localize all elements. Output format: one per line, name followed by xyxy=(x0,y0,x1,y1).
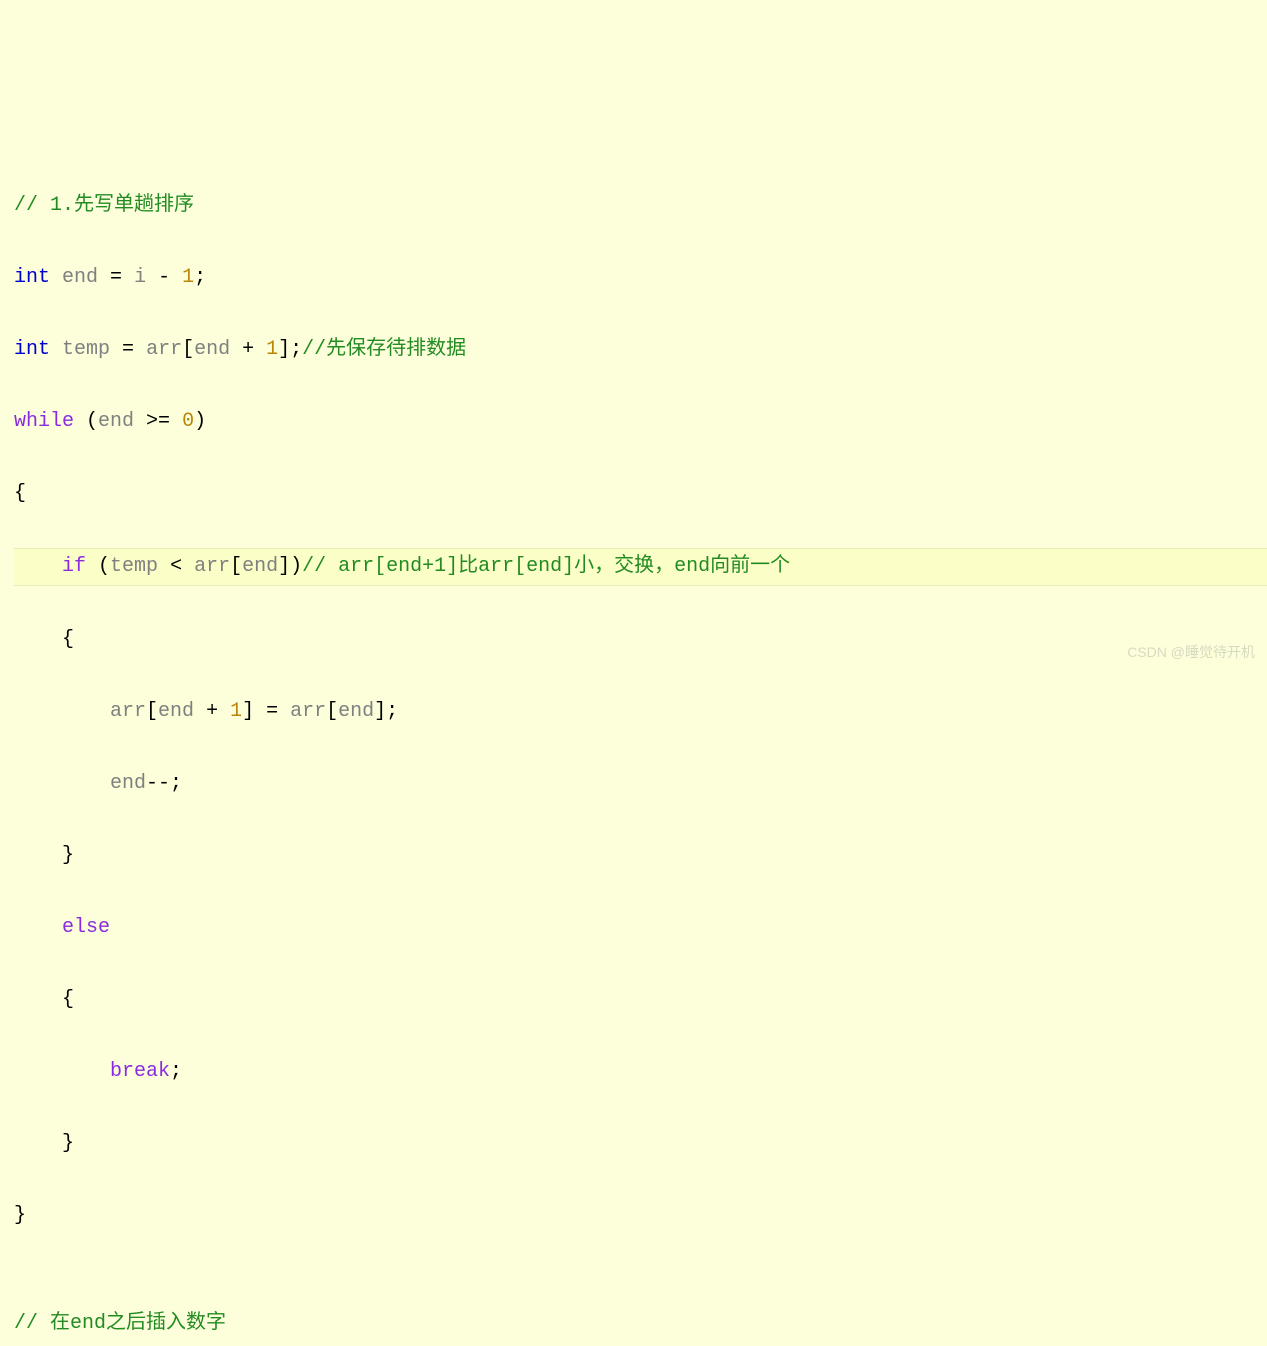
identifier: arr xyxy=(110,700,146,723)
keyword-else: else xyxy=(62,916,110,939)
number: 1 xyxy=(266,338,278,361)
code-line-9: end--; xyxy=(14,766,1267,802)
code-line-7: { xyxy=(14,622,1267,658)
brace: { xyxy=(62,628,74,651)
code-line-1: // 1.先写单趟排序 xyxy=(14,188,1267,224)
identifier: end xyxy=(338,700,374,723)
code-line-15: } xyxy=(14,1198,1267,1234)
watermark: CSDN @睡觉待开机 xyxy=(1127,640,1255,665)
identifier: temp xyxy=(110,555,158,578)
identifier: arr xyxy=(146,338,182,361)
identifier: end xyxy=(110,772,146,795)
punct: ]) xyxy=(278,555,302,578)
operator: + xyxy=(230,338,266,361)
number: 1 xyxy=(230,700,242,723)
punct: --; xyxy=(146,772,182,795)
operator: + xyxy=(194,700,230,723)
punct: [ xyxy=(146,700,158,723)
operator: = xyxy=(110,338,146,361)
identifier: i xyxy=(134,266,146,289)
identifier: end xyxy=(98,410,134,433)
brace: } xyxy=(62,844,74,867)
code-line-6-highlighted: if (temp < arr[end])// arr[end+1]比arr[en… xyxy=(14,548,1267,586)
operator: - xyxy=(146,266,182,289)
code-line-3: int temp = arr[end + 1];//先保存待排数据 xyxy=(14,332,1267,368)
code-editor: // 1.先写单趟排序 int end = i - 1; int temp = … xyxy=(14,152,1267,1346)
keyword-break: break xyxy=(110,1060,170,1083)
code-line-12: { xyxy=(14,982,1267,1018)
keyword-int: int xyxy=(14,266,50,289)
punct: [ xyxy=(182,338,194,361)
code-line-10: } xyxy=(14,838,1267,874)
punct: ] = xyxy=(242,700,290,723)
comment: // 在end之后插入数字 xyxy=(14,1312,226,1335)
code-line-5: { xyxy=(14,476,1267,512)
identifier: arr xyxy=(290,700,326,723)
brace: } xyxy=(14,1204,26,1227)
comment: // 1.先写单趟排序 xyxy=(14,194,194,217)
code-line-14: } xyxy=(14,1126,1267,1162)
punct: ( xyxy=(74,410,98,433)
punct: ]; xyxy=(374,700,398,723)
number: 1 xyxy=(182,266,194,289)
identifier: end xyxy=(158,700,194,723)
operator: >= xyxy=(134,410,182,433)
code-line-11: else xyxy=(14,910,1267,946)
operator: = xyxy=(98,266,134,289)
identifier: temp xyxy=(62,338,110,361)
identifier: end xyxy=(62,266,98,289)
identifier: arr xyxy=(194,555,230,578)
identifier: end xyxy=(242,555,278,578)
code-line-17: // 在end之后插入数字 xyxy=(14,1306,1267,1342)
punct: ( xyxy=(86,555,110,578)
punct: ; xyxy=(194,266,206,289)
comment: //先保存待排数据 xyxy=(302,338,466,361)
brace: } xyxy=(62,1132,74,1155)
brace: { xyxy=(14,482,26,505)
punct: ) xyxy=(194,410,206,433)
brace: { xyxy=(62,988,74,1011)
punct: ; xyxy=(170,1060,182,1083)
keyword-if: if xyxy=(62,555,86,578)
number: 0 xyxy=(182,410,194,433)
keyword-while: while xyxy=(14,410,74,433)
keyword-int: int xyxy=(14,338,50,361)
comment: // arr[end+1]比arr[end]小，交换，end向前一个 xyxy=(302,555,790,578)
code-line-2: int end = i - 1; xyxy=(14,260,1267,296)
punct: [ xyxy=(230,555,242,578)
code-line-13: break; xyxy=(14,1054,1267,1090)
punct: [ xyxy=(326,700,338,723)
punct: ]; xyxy=(278,338,302,361)
identifier: end xyxy=(194,338,230,361)
code-line-4: while (end >= 0) xyxy=(14,404,1267,440)
code-line-8: arr[end + 1] = arr[end]; xyxy=(14,694,1267,730)
operator: < xyxy=(158,555,194,578)
